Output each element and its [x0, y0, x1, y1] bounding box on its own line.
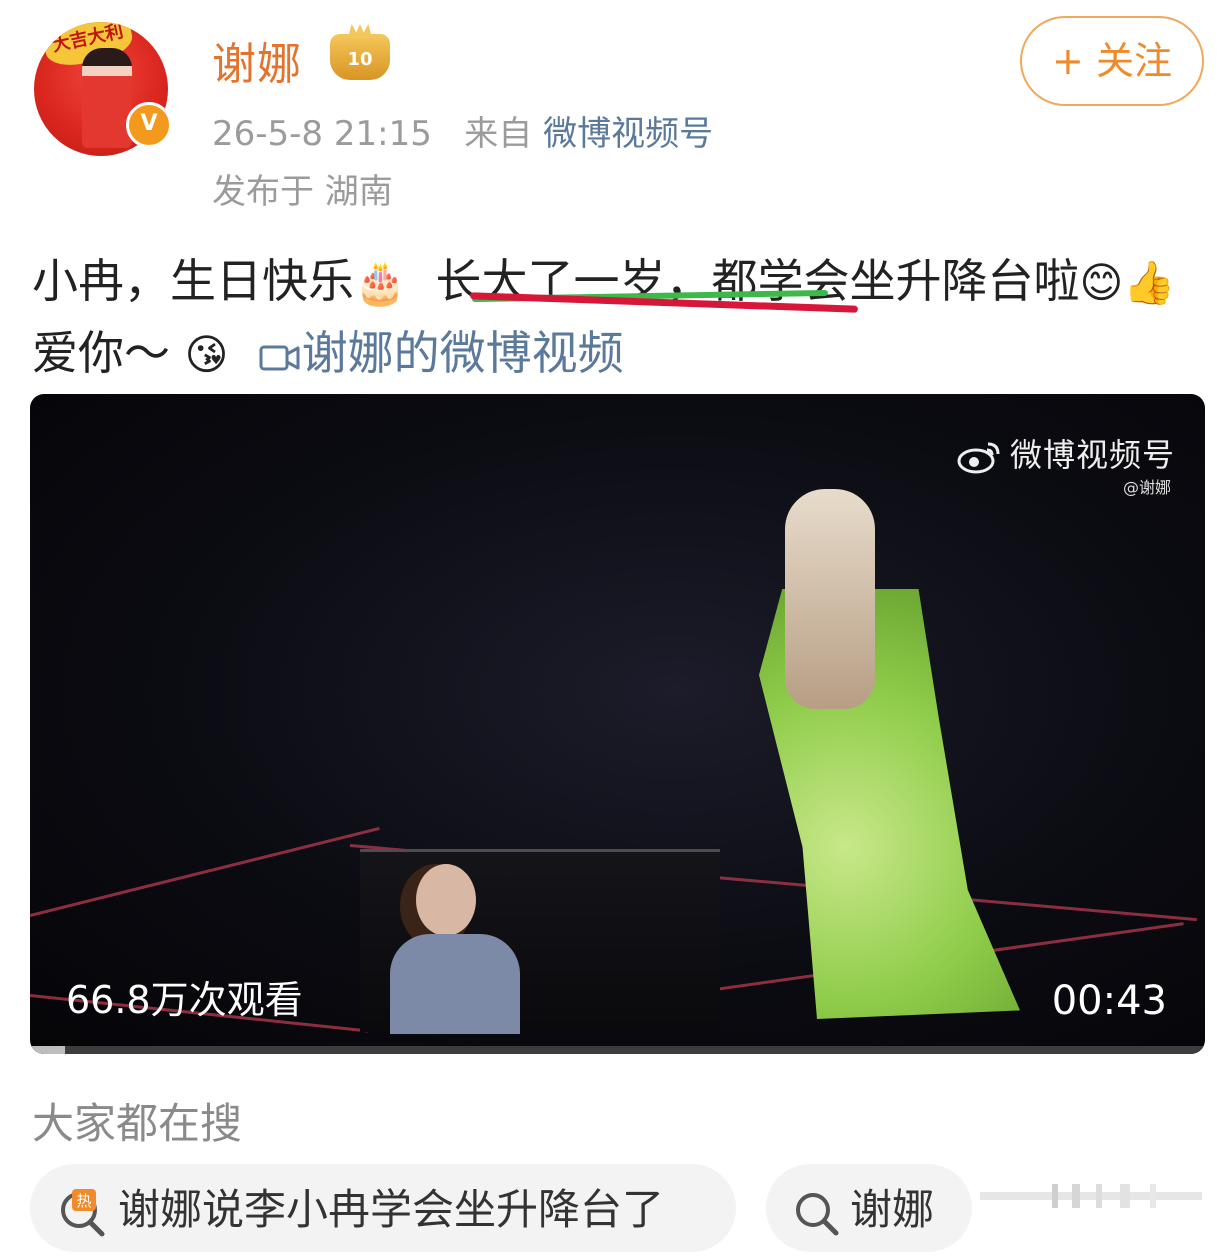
green-dress [759, 589, 1020, 1019]
user-avatar[interactable]: 大吉大利 V [34, 22, 172, 156]
search-section-title: 大家都在搜 [32, 1099, 243, 1148]
video-player[interactable]: 微博视频号 @谢娜 66.8万次观看 00:43 [30, 394, 1205, 1054]
cake-emoji-icon: 🎂 [354, 258, 407, 307]
post-source[interactable]: 微博视频号 [543, 114, 713, 154]
follow-button[interactable]: + 关注 [1020, 16, 1204, 106]
kiss-emoji-icon: 😘 [184, 330, 229, 379]
performer-body [390, 934, 520, 1034]
level-number: 10 [347, 49, 373, 70]
verified-badge-icon: V [126, 102, 172, 148]
video-duration: 00:43 [1051, 978, 1167, 1024]
post-meta: 26-5-8 21:15 来自 微博视频号 [212, 106, 713, 155]
video-link-label: 谢娜的微博视频 [301, 326, 624, 380]
username[interactable]: 谢娜 [212, 28, 302, 92]
post-text-part1: 小冉，生日快乐 [32, 254, 354, 308]
weibo-logo-icon [957, 442, 1000, 474]
scroll-fade-decoration [980, 1184, 1202, 1208]
video-progress-fill [30, 1046, 66, 1054]
svg-text:热: 热 [76, 1192, 91, 1210]
search-chip-label: 谢娜 [850, 1185, 935, 1234]
weibo-watermark: 微博视频号 [956, 430, 1175, 476]
post-text-part3: 爱你～ [32, 326, 170, 380]
performer-hair [785, 489, 875, 709]
search-chip[interactable]: 谢娜 [766, 1164, 972, 1252]
avatar-figure [82, 48, 132, 148]
video-link[interactable]: 谢娜的微博视频 [258, 326, 624, 380]
post-location: 发布于 湖南 [212, 172, 393, 212]
hot-search-icon: 热 [61, 1188, 105, 1236]
video-camera-icon [259, 345, 300, 370]
watermark-text: 微博视频号 [1009, 436, 1175, 474]
level-badge-icon: 10 [330, 24, 390, 80]
post-text: 小冉，生日快乐🎂 长大了一岁，都学会坐升降台啦😊👍爱你～ 😘 谢娜的微博视频 [32, 246, 1202, 390]
performer-head [416, 864, 476, 936]
video-progress-track[interactable] [30, 1046, 1205, 1054]
hot-search-chip-label: 谢娜说李小冉学会坐升降台了 [118, 1185, 665, 1234]
watermark-handle: @谢娜 [1122, 478, 1171, 497]
crown-icon [348, 24, 372, 38]
thumbs-up-emoji-icon: 👍 [1123, 258, 1176, 307]
performer-green-dress [730, 479, 1030, 1019]
stage-edge-line [30, 826, 380, 917]
performer-in-pit [390, 864, 520, 1034]
post-time: 26-5-8 21:15 [212, 114, 432, 154]
view-count: 66.8万次观看 [66, 978, 303, 1022]
source-prefix: 来自 [464, 114, 533, 154]
smile-emoji-icon: 😊 [1079, 258, 1124, 307]
search-icon [796, 1192, 839, 1235]
hot-search-chip[interactable]: 热 谢娜说李小冉学会坐升降台了 [30, 1164, 736, 1252]
